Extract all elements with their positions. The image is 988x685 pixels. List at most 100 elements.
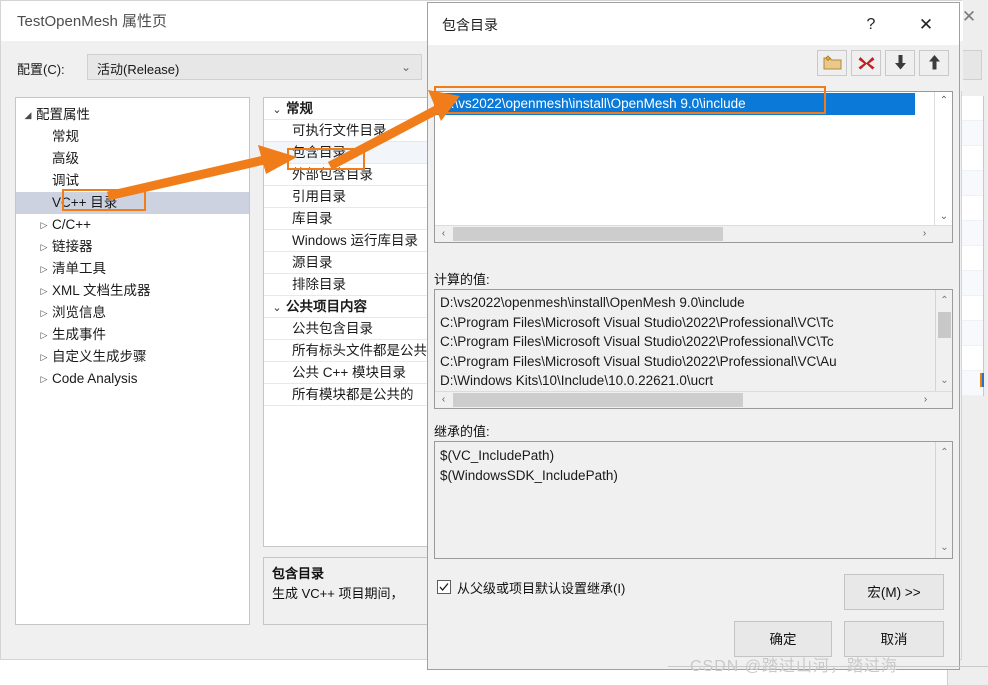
expander-icon[interactable]: ▷ xyxy=(36,302,52,324)
scroll-right-icon[interactable]: › xyxy=(917,392,934,408)
grid-row-all-modules-are-public[interactable]: 所有模块都是公共的 xyxy=(264,384,442,406)
macros-button[interactable]: 宏(M) >> xyxy=(844,574,944,610)
tree-item-manifest-tool[interactable]: ▷ 清单工具 xyxy=(16,258,249,280)
scroll-down-icon[interactable]: ⌄ xyxy=(936,539,952,556)
chevron-down-icon[interactable]: ⌄ xyxy=(268,99,286,119)
tree-item-build-events[interactable]: ▷ 生成事件 xyxy=(16,324,249,346)
evaluated-line: C:\Program Files\Microsoft Visual Studio… xyxy=(440,353,837,369)
grid-category-label: 常规 xyxy=(286,101,313,116)
scrollbar-thumb[interactable] xyxy=(453,227,723,241)
evaluated-line: D:\Windows Kits\10\Include\10.0.22621.0\… xyxy=(440,373,714,388)
scrollbar-thumb[interactable] xyxy=(938,312,951,338)
expander-icon[interactable]: ▷ xyxy=(36,258,52,280)
tree-vcpp-dir-highlight xyxy=(62,189,146,211)
dialog-title: 包含目录 xyxy=(442,17,498,33)
grid-row-label: 所有模块都是公共的 xyxy=(292,387,414,402)
expander-icon[interactable]: ▷ xyxy=(36,236,52,258)
expander-icon[interactable]: ▷ xyxy=(36,280,52,302)
scroll-up-icon[interactable]: ⌃ xyxy=(936,292,952,309)
scroll-up-icon[interactable]: ⌃ xyxy=(936,444,952,461)
expander-icon[interactable]: ▷ xyxy=(36,214,52,236)
tree-item-label: Code Analysis xyxy=(52,371,138,386)
new-folder-button[interactable] xyxy=(817,50,847,76)
tree-item-general[interactable]: 常规 xyxy=(16,126,249,148)
grid-row-executable-directories[interactable]: 可执行文件目录 xyxy=(264,120,442,142)
evaluated-horizontal-scrollbar[interactable]: ‹ › xyxy=(435,391,952,408)
inherit-checkbox-row[interactable]: 从父级或项目默认设置继承(I) xyxy=(437,578,737,598)
grid-row-public-cpp-module-directories[interactable]: 公共 C++ 模块目录 xyxy=(264,362,442,384)
listbox-horizontal-scrollbar[interactable]: ‹ › xyxy=(435,225,952,242)
expander-icon[interactable]: ▷ xyxy=(36,324,52,346)
inherited-vertical-scrollbar[interactable]: ⌃ ⌄ xyxy=(935,442,952,558)
scroll-down-icon[interactable]: ⌄ xyxy=(936,372,952,389)
arrow-down-icon xyxy=(886,54,914,71)
tree-item-label: 常规 xyxy=(52,129,79,144)
tree-item-label: 调试 xyxy=(52,173,79,188)
tree-item-linker[interactable]: ▷ 链接器 xyxy=(16,236,249,258)
scroll-right-icon[interactable]: › xyxy=(916,226,933,242)
grid-category-public-project-content[interactable]: ⌄ 公共项目内容 xyxy=(264,296,442,318)
tree-item-advanced[interactable]: 高级 xyxy=(16,148,249,170)
chevron-down-icon[interactable]: ⌄ xyxy=(268,297,286,317)
tree-item-xml-doc-generator[interactable]: ▷ XML 文档生成器 xyxy=(16,280,249,302)
page-title: TestOpenMesh 属性页 xyxy=(17,13,168,30)
configuration-tree[interactable]: ◢ 配置属性 常规 高级 调试 VC++ 目录 ▷ C/C++ ▷ 链接器 ▷ 清单工具 xyxy=(15,97,250,625)
expander-icon[interactable]: ▷ xyxy=(36,346,52,368)
expander-icon[interactable]: ▷ xyxy=(36,368,52,390)
scrollbar-thumb[interactable] xyxy=(453,393,743,407)
move-up-button[interactable] xyxy=(919,50,949,76)
grid-category-label: 公共项目内容 xyxy=(286,299,367,314)
grid-row-label: 排除目录 xyxy=(292,277,346,292)
tree-item-label: 配置属性 xyxy=(36,107,90,122)
tree-item-configuration-properties[interactable]: ◢ 配置属性 xyxy=(16,104,249,126)
help-icon[interactable]: ? xyxy=(857,12,885,38)
grid-row-exclude-directories[interactable]: 排除目录 xyxy=(264,274,442,296)
tree-item-code-analysis[interactable]: ▷ Code Analysis xyxy=(16,368,249,390)
grid-row-winrt-library-directories[interactable]: Windows 运行库目录 xyxy=(264,230,442,252)
tree-item-label: 清单工具 xyxy=(52,261,106,276)
move-down-button[interactable] xyxy=(885,50,915,76)
chevron-down-icon: ⌄ xyxy=(400,60,411,74)
tree-item-browse-information[interactable]: ▷ 浏览信息 xyxy=(16,302,249,324)
evaluated-value-textbox[interactable]: D:\vs2022\openmesh\install\OpenMesh 9.0\… xyxy=(434,289,953,409)
background-color-swatch xyxy=(980,373,984,387)
property-description-pane: 包含目录 生成 VC++ 项目期间， xyxy=(263,557,443,625)
configuration-select[interactable]: 活动(Release) ⌄ xyxy=(87,54,422,80)
dialog-toolbar xyxy=(428,45,959,83)
delete-button[interactable] xyxy=(851,50,881,76)
grid-row-all-headers-are-public[interactable]: 所有标头文件都是公共的 xyxy=(264,340,442,362)
grid-row-source-directories[interactable]: 源目录 xyxy=(264,252,442,274)
screenshot-root: ✕ TestOpenMesh 属性页 配置(C): 活动(Release) ⌄ … xyxy=(0,0,988,685)
tree-item-label: 自定义生成步骤 xyxy=(52,349,147,364)
grid-row-label: 库目录 xyxy=(292,211,333,226)
tree-item-custom-build-step[interactable]: ▷ 自定义生成步骤 xyxy=(16,346,249,368)
arrow-up-icon xyxy=(920,54,948,71)
expander-icon[interactable]: ◢ xyxy=(20,104,36,126)
scroll-left-icon[interactable]: ‹ xyxy=(435,226,452,242)
configuration-value: 活动(Release) xyxy=(97,62,180,77)
scroll-left-icon[interactable]: ‹ xyxy=(435,392,452,408)
property-description-title: 包含目录 xyxy=(272,566,325,581)
tree-item-label: 链接器 xyxy=(52,239,93,254)
evaluated-vertical-scrollbar[interactable]: ⌃ ⌄ xyxy=(935,290,952,391)
tree-item-label: 高级 xyxy=(52,151,79,166)
scroll-up-icon[interactable]: ⌃ xyxy=(935,92,953,109)
tree-item-c-cpp[interactable]: ▷ C/C++ xyxy=(16,214,249,236)
grid-row-label: 所有标头文件都是公共的 xyxy=(292,343,441,358)
evaluated-line: C:\Program Files\Microsoft Visual Studio… xyxy=(440,334,834,349)
listbox-vertical-scrollbar[interactable]: ⌃ ⌄ xyxy=(934,92,952,225)
inherited-value-textbox[interactable]: $(VC_IncludePath) $(WindowsSDK_IncludePa… xyxy=(434,441,953,559)
tree-item-label: C/C++ xyxy=(52,217,92,232)
grid-category-general[interactable]: ⌄ 常规 xyxy=(264,98,442,120)
inherit-checkbox[interactable] xyxy=(437,580,451,594)
listbox-path-highlight xyxy=(434,86,826,114)
grid-include-dir-highlight xyxy=(287,148,365,170)
grid-row-label: 引用目录 xyxy=(292,189,346,204)
grid-row-reference-directories[interactable]: 引用目录 xyxy=(264,186,442,208)
close-icon[interactable]: ✕ xyxy=(911,12,941,38)
grid-row-library-directories[interactable]: 库目录 xyxy=(264,208,442,230)
evaluated-line: C:\Program Files\Microsoft Visual Studio… xyxy=(440,314,834,330)
inherited-line: $(VC_IncludePath) xyxy=(440,448,555,463)
grid-row-public-include-directories[interactable]: 公共包含目录 xyxy=(264,318,442,340)
scroll-down-icon[interactable]: ⌄ xyxy=(935,208,953,225)
